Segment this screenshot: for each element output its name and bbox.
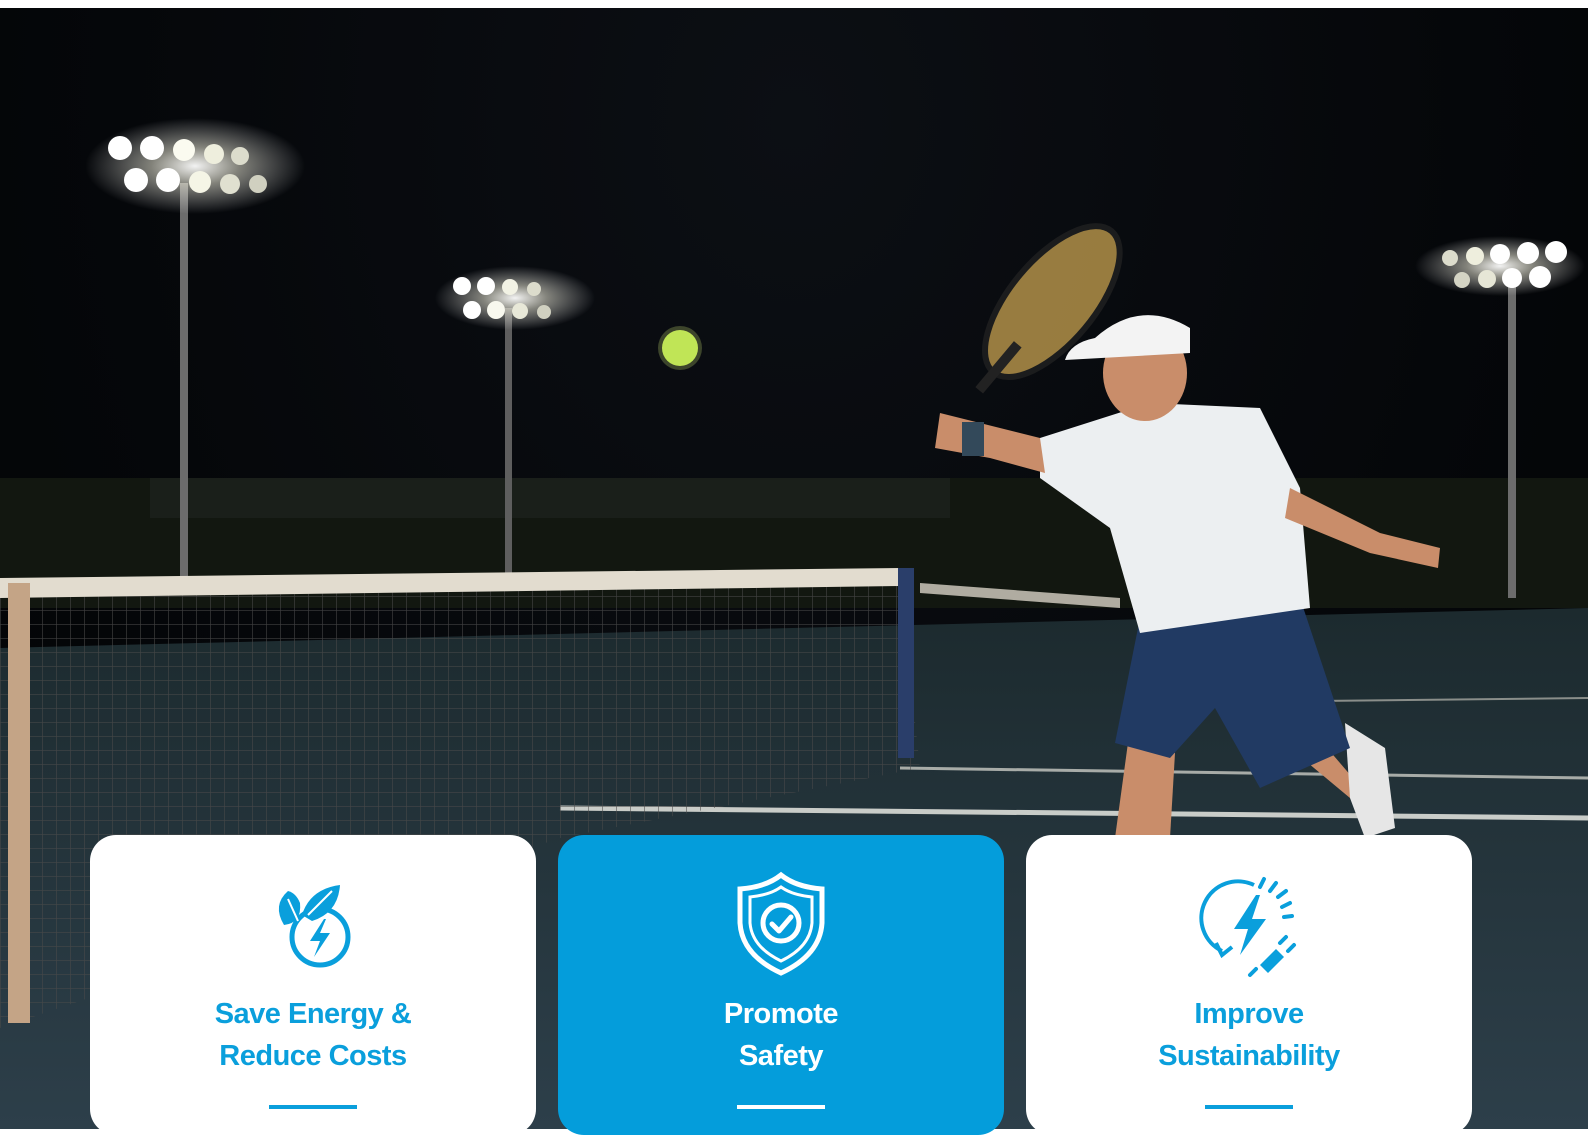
light-pole-3 <box>1508 278 1516 598</box>
card-divider <box>737 1105 825 1109</box>
feature-card-promote-safety[interactable]: Promote Safety <box>558 835 1004 1135</box>
feature-card-improve-sustainability[interactable]: Improve Sustainability <box>1026 835 1472 1135</box>
light-pole-1 <box>180 183 188 583</box>
shield-check-icon <box>737 871 825 976</box>
feature-card-save-energy[interactable]: Save Energy & Reduce Costs <box>90 835 536 1135</box>
card-title: Improve Sustainability <box>1158 998 1340 1072</box>
card-divider <box>269 1105 357 1109</box>
leaf-lightning-icon <box>278 885 351 968</box>
floodlight-cluster-2 <box>435 266 595 330</box>
card-divider <box>1205 1105 1293 1109</box>
card-title: Promote Safety <box>723 998 839 1072</box>
floodlight-cluster-1 <box>85 118 305 214</box>
renewable-energy-plug-icon <box>1199 877 1296 977</box>
floodlight-cluster-3 <box>1415 236 1585 296</box>
light-pole-2 <box>505 308 512 578</box>
card-title: Save Energy & Reduce Costs <box>214 998 412 1072</box>
